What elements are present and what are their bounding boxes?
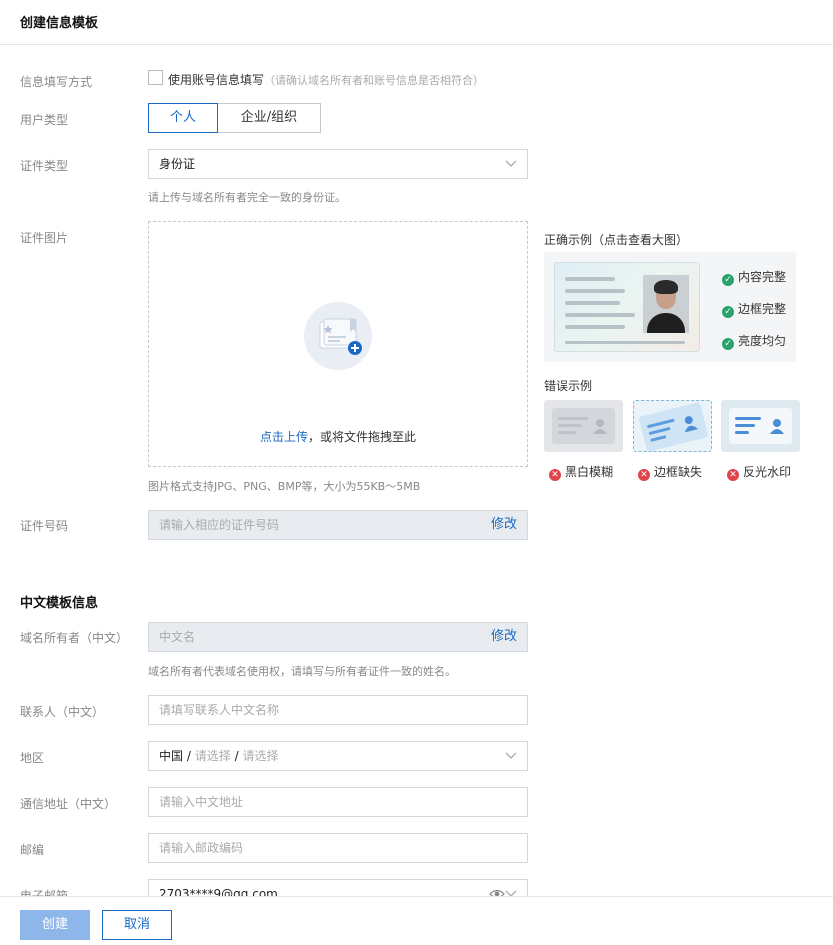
owner-modify-link[interactable]: 修改 — [491, 623, 517, 651]
address-label: 通信地址（中文） — [20, 797, 117, 811]
postcode-input[interactable]: 请输入邮政编码 — [148, 833, 528, 863]
create-button[interactable]: 创建 — [20, 910, 90, 940]
check-border-complete: ✓ 边框完整 — [722, 300, 786, 318]
user-type-individual-option[interactable]: 个人 — [148, 103, 218, 133]
check-circle-icon: ✓ — [722, 338, 734, 350]
drag-drop-text: ，或将文件拖拽至此 — [308, 430, 417, 444]
upload-card-icon — [304, 302, 372, 370]
address-placeholder: 请输入中文地址 — [159, 795, 244, 809]
wrong-example-title: 错误示例 — [544, 379, 593, 393]
id-type-hint: 请上传与域名所有者完全一致的身份证。 — [148, 191, 346, 204]
click-upload-link[interactable]: 点击上传 — [260, 430, 308, 444]
id-card-sample-image — [554, 262, 700, 352]
correct-example-title[interactable]: 正确示例（点击查看大图） — [544, 231, 688, 248]
check-brightness-even: ✓ 亮度均匀 — [722, 332, 786, 350]
id-type-label: 证件类型 — [20, 159, 69, 173]
image-format-hint: 图片格式支持JPG、PNG、BMP等，大小为55KB～5MB — [148, 480, 421, 493]
wrong-label-blurry: ✕ 黑白模糊 — [549, 463, 613, 481]
error-circle-icon: ✕ — [638, 469, 650, 481]
id-number-field: 请输入相应的证件号码 修改 — [148, 510, 528, 540]
checkbox-note: （请确认域名所有者和账号信息是否相符合） — [264, 74, 485, 87]
id-number-modify-link[interactable]: 修改 — [491, 511, 517, 539]
person-icon — [681, 414, 699, 433]
use-account-info-checkbox[interactable] — [148, 70, 163, 85]
wrong-label-border-missing: ✕ 边框缺失 — [638, 463, 702, 481]
postcode-label: 邮编 — [20, 843, 45, 857]
contact-label: 联系人（中文） — [20, 705, 105, 719]
id-image-label: 证件图片 — [20, 231, 69, 245]
cancel-button[interactable]: 取消 — [102, 910, 172, 940]
chevron-down-icon — [505, 742, 517, 770]
user-type-organization-option[interactable]: 企业/组织 — [217, 103, 321, 133]
upload-instruction: 点击上传，或将文件拖拽至此 — [149, 428, 527, 445]
checkbox-label-text: 使用账号信息填写 — [168, 73, 265, 87]
contact-input[interactable]: 请填写联系人中文名称 — [148, 695, 528, 725]
owner-hint: 域名所有者代表域名使用权，请填写与所有者证件一致的姓名。 — [148, 665, 456, 678]
owner-placeholder: 中文名 — [159, 630, 196, 644]
id-type-value: 身份证 — [159, 157, 196, 171]
region-separator-1: / — [186, 749, 191, 763]
region-city-placeholder: 请选择 — [242, 749, 279, 763]
chevron-down-icon — [505, 150, 517, 178]
id-image-dropzone[interactable]: 点击上传，或将文件拖拽至此 — [148, 221, 528, 467]
chinese-section-title: 中文模板信息 — [20, 596, 99, 611]
correct-example-panel[interactable]: ✓ 内容完整 ✓ 边框完整 ✓ 亮度均匀 — [544, 252, 796, 362]
person-icon — [593, 418, 607, 434]
person-icon — [770, 418, 784, 434]
region-separator-2: / — [234, 749, 239, 763]
wrong-example-blurry[interactable] — [544, 400, 623, 452]
region-country: 中国 — [159, 749, 184, 763]
wrong-example-glare[interactable] — [721, 400, 800, 452]
owner-field: 中文名 修改 — [148, 622, 528, 652]
id-type-select[interactable]: 身份证 — [148, 149, 528, 179]
error-circle-icon: ✕ — [727, 469, 739, 481]
id-number-placeholder: 请输入相应的证件号码 — [159, 518, 280, 532]
title-divider — [0, 44, 833, 45]
footer-bar: 创建 取消 — [0, 896, 833, 945]
user-type-label: 用户类型 — [20, 113, 69, 127]
region-label: 地区 — [20, 751, 45, 765]
page-title: 创建信息模板 — [20, 16, 99, 31]
wrong-example-border-missing[interactable] — [633, 400, 712, 452]
postcode-placeholder: 请输入邮政编码 — [159, 841, 244, 855]
address-input[interactable]: 请输入中文地址 — [148, 787, 528, 817]
fill-method-label: 信息填写方式 — [20, 75, 93, 89]
contact-placeholder: 请填写联系人中文名称 — [159, 703, 280, 717]
error-circle-icon: ✕ — [549, 469, 561, 481]
region-select[interactable]: 中国 / 请选择 / 请选择 — [148, 741, 528, 771]
use-account-info-text[interactable]: 使用账号信息填写（请确认域名所有者和账号信息是否相符合） — [168, 71, 484, 88]
region-province-placeholder: 请选择 — [194, 749, 231, 763]
id-number-label: 证件号码 — [20, 519, 69, 533]
check-circle-icon: ✓ — [722, 306, 734, 318]
owner-label: 域名所有者（中文） — [20, 631, 129, 645]
check-content-complete: ✓ 内容完整 — [722, 268, 786, 286]
wrong-label-glare: ✕ 反光水印 — [727, 463, 791, 481]
check-circle-icon: ✓ — [722, 274, 734, 286]
